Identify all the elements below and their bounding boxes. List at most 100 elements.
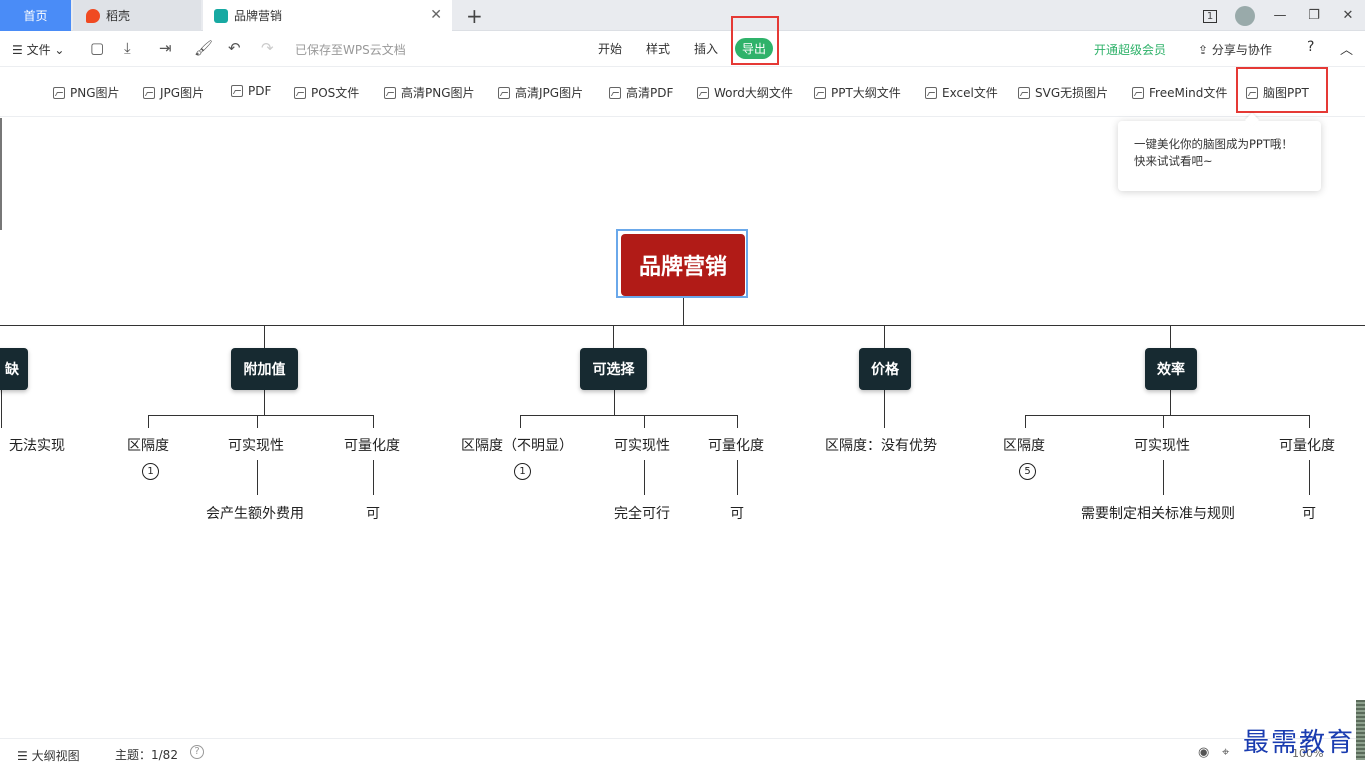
connector-line — [373, 415, 374, 428]
export-png-button[interactable]: PNG图片 — [53, 84, 120, 101]
help-icon[interactable]: ? — [1307, 39, 1314, 55]
mindmap-file-icon — [214, 8, 228, 23]
export-hd-pdf-button[interactable]: 高清PDF — [609, 84, 673, 101]
subtopic[interactable]: 可实现性 — [228, 435, 284, 455]
share-button[interactable]: ⇪ 分享与协作 — [1198, 41, 1272, 58]
eye-icon[interactable]: ◉ — [1198, 745, 1209, 760]
branch-topic[interactable]: 效率 — [1145, 348, 1197, 390]
export-file-icon[interactable]: ⇥ — [159, 39, 172, 57]
branch-topic[interactable]: 缺 — [0, 348, 28, 390]
connector-line — [737, 415, 738, 428]
image-icon — [143, 86, 155, 99]
save-icon[interactable]: ▢ — [90, 39, 104, 57]
pos-icon — [294, 86, 306, 99]
branch-topic[interactable]: 价格 — [859, 348, 911, 390]
connector-line — [373, 460, 374, 495]
highlight-box-export — [731, 16, 779, 65]
file-menu[interactable]: ☰ 文件 ⌄ — [12, 41, 64, 58]
highlight-box-mindmap-ppt — [1236, 67, 1328, 113]
connector-line — [1163, 460, 1164, 495]
image-icon — [53, 86, 65, 99]
tab-insert[interactable]: 插入 — [694, 40, 718, 57]
export-ppt-outline-button[interactable]: PPT大纲文件 — [814, 84, 901, 101]
export-pdf-button[interactable]: PDF — [231, 84, 271, 98]
outline-view-button[interactable]: ☰ 大纲视图 — [17, 747, 80, 764]
branch-topic[interactable]: 附加值 — [231, 348, 298, 390]
connector-line — [884, 325, 885, 348]
hd-image-icon — [384, 86, 396, 99]
redo-icon[interactable]: ↷ — [261, 39, 274, 57]
tab-start[interactable]: 开始 — [598, 40, 622, 57]
subtopic[interactable]: 可实现性 — [1134, 435, 1190, 455]
collapse-ribbon-icon[interactable]: ︿ — [1340, 39, 1353, 58]
export-excel-button[interactable]: Excel文件 — [925, 84, 998, 101]
export-word-outline-button[interactable]: Word大纲文件 — [697, 84, 793, 101]
root-topic[interactable]: 品牌营销 — [621, 234, 745, 296]
priority-badge: 5 — [1019, 463, 1036, 480]
new-tab-icon[interactable]: + — [466, 4, 483, 28]
branch-topic[interactable]: 可选择 — [580, 348, 647, 390]
scrollbar-thumb[interactable] — [1356, 700, 1365, 760]
vip-link[interactable]: 开通超级会员 — [1094, 41, 1166, 58]
pdf-icon — [231, 85, 243, 97]
window-counter-icon[interactable]: 1 — [1193, 8, 1227, 23]
close-tab-icon[interactable]: ✕ — [430, 7, 442, 23]
export-hd-jpg-button[interactable]: 高清JPG图片 — [498, 84, 583, 101]
daoke-logo-icon — [86, 8, 100, 23]
tab-style[interactable]: 样式 — [646, 40, 670, 57]
export-hd-png-button[interactable]: 高清PNG图片 — [384, 84, 475, 101]
format-painter-icon[interactable]: 🖌 — [194, 39, 213, 57]
connector-line — [264, 325, 265, 348]
connector-line — [1309, 415, 1310, 428]
undo-icon[interactable]: ↶ — [228, 39, 241, 57]
word-icon — [697, 86, 709, 99]
download-icon[interactable]: ⤓ — [124, 39, 131, 57]
avatar[interactable] — [1235, 5, 1255, 26]
restore-icon[interactable]: ❐ — [1297, 8, 1331, 23]
hd-pdf-icon — [609, 86, 621, 99]
connector-line — [520, 415, 738, 416]
tab-home[interactable]: 首页 — [0, 0, 71, 31]
subtopic[interactable]: 可 — [366, 503, 380, 523]
export-jpg-button[interactable]: JPG图片 — [143, 84, 204, 101]
connector-line — [683, 298, 684, 325]
status-bar: ☰ 大纲视图 主题：1/82 ? ◉ ⌖ 100% — [0, 738, 1365, 768]
export-svg-button[interactable]: SVG无损图片 — [1018, 84, 1108, 101]
connector-line — [257, 415, 258, 428]
subtopic[interactable]: 区隔度 — [1003, 435, 1045, 455]
minimize-icon[interactable]: — — [1263, 8, 1297, 23]
ppt-icon — [814, 86, 826, 99]
subtopic[interactable]: 可量化度 — [1279, 435, 1335, 455]
connector-line — [644, 460, 645, 495]
subtopic[interactable]: 可 — [730, 503, 744, 523]
close-window-icon[interactable]: ✕ — [1331, 8, 1365, 23]
help-circle-icon[interactable]: ? — [190, 745, 204, 759]
connector-line — [520, 415, 521, 428]
connector-line — [1025, 415, 1310, 416]
connector-line — [614, 390, 615, 415]
subtopic[interactable]: 可量化度 — [708, 435, 764, 455]
subtopic[interactable]: 可量化度 — [344, 435, 400, 455]
subtopic[interactable]: 无法实现 — [9, 435, 65, 455]
subtopic[interactable]: 需要制定相关标准与规则 — [1081, 503, 1235, 523]
locate-icon[interactable]: ⌖ — [1222, 745, 1229, 760]
subtopic[interactable]: 完全可行 — [614, 503, 670, 523]
subtopic[interactable]: 区隔度（不明显） — [461, 435, 573, 455]
subtopic[interactable]: 会产生额外费用 — [206, 503, 304, 523]
subtopic[interactable]: 可实现性 — [614, 435, 670, 455]
connector-line — [148, 415, 149, 428]
connector-line — [148, 415, 374, 416]
mindmap-canvas[interactable] — [0, 118, 1365, 738]
tab-brand-marketing[interactable]: 品牌营销 ✕ — [203, 0, 452, 31]
export-freemind-button[interactable]: FreeMind文件 — [1132, 84, 1227, 101]
export-pos-button[interactable]: POS文件 — [294, 84, 359, 101]
subtopic[interactable]: 可 — [1302, 503, 1316, 523]
priority-badge: 1 — [514, 463, 531, 480]
subtopic[interactable]: 区隔度：没有优势 — [825, 435, 937, 455]
svg-icon — [1018, 86, 1030, 99]
topic-count: 主题：1/82 — [115, 748, 178, 762]
subtopic[interactable]: 区隔度 — [127, 435, 169, 455]
connector-line — [884, 390, 885, 428]
tab-daoke[interactable]: 稻壳 — [73, 0, 201, 31]
connector-line — [1, 390, 2, 428]
